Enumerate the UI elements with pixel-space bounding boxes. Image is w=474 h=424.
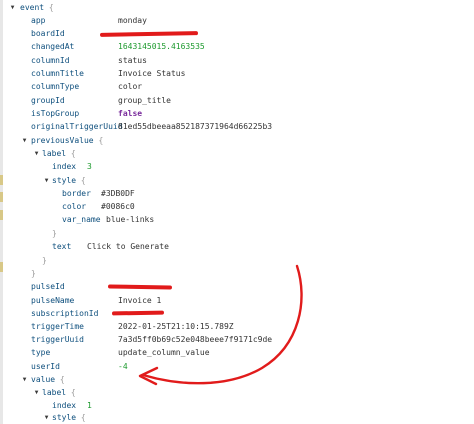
- key-label: index: [52, 162, 77, 171]
- tree-row-triggerUuid: triggerUuid 7a3d5ff0b69c52e048beee7f9171…: [31, 333, 471, 346]
- tree-row-boardId: boardId: [31, 27, 471, 40]
- tree-row-app: app monday: [31, 14, 471, 27]
- tree-row-triggerTime: triggerTime 2022-01-25T21:10:15.789Z: [31, 320, 471, 333]
- key-label: columnType: [31, 82, 80, 91]
- key-label: pulseName: [31, 296, 75, 305]
- key-label: index: [52, 401, 77, 410]
- tree-row-pulseName: pulseName Invoice 1: [31, 294, 471, 307]
- value-text: monday: [118, 16, 147, 25]
- collapse-toggle-icon[interactable]: ▼: [33, 386, 40, 399]
- key-label: var_name: [62, 215, 101, 224]
- open-brace: {: [80, 176, 86, 185]
- value-text: 7a3d5ff0b69c52e048beee7f9171c9de: [118, 335, 273, 344]
- open-brace: {: [80, 413, 86, 422]
- key-label: subscriptionId: [31, 309, 99, 318]
- open-brace: {: [70, 149, 76, 158]
- key-label: color: [62, 202, 87, 211]
- tree-row-pulseId: pulseId: [31, 280, 471, 293]
- value-text: color: [118, 82, 143, 91]
- open-brace: {: [70, 388, 76, 397]
- tree-row-groupId: groupId group_title: [31, 94, 471, 107]
- tree-row-subscriptionId: subscriptionId: [31, 307, 471, 320]
- tree-node-label: label {: [42, 147, 76, 160]
- tree-node-value: value {: [31, 373, 65, 386]
- key-label: groupId: [31, 96, 65, 105]
- close-brace-style: }: [52, 229, 57, 238]
- value-text: 2022-01-25T21:10:15.789Z: [118, 322, 234, 331]
- value-text: Click to Generate: [87, 242, 169, 251]
- key-label: triggerTime: [31, 322, 84, 331]
- key-label: event: [20, 3, 45, 12]
- key-label: userId: [31, 362, 60, 371]
- collapse-toggle-icon[interactable]: ▼: [43, 174, 50, 187]
- tree-row-changedAt: changedAt 1643145015.4163535: [31, 40, 471, 53]
- tree-node-style: style {: [52, 411, 86, 424]
- editor-gutter: [0, 0, 3, 424]
- open-brace: {: [98, 136, 104, 145]
- gutter-marker: [0, 262, 3, 272]
- tree-row-border: border #3DB0DF: [62, 187, 362, 200]
- key-label: columnTitle: [31, 69, 84, 78]
- tree-node-style: style {: [52, 174, 86, 187]
- value-text: 81ed55dbeeaa852187371964d66225b3: [118, 122, 273, 131]
- key-label: columnId: [31, 56, 70, 65]
- open-brace: {: [48, 3, 54, 12]
- value-number: 1: [87, 401, 92, 410]
- tree-row-columnTitle: columnTitle Invoice Status: [31, 67, 471, 80]
- key-label: type: [31, 348, 51, 357]
- key-label: isTopGroup: [31, 109, 80, 118]
- key-label: app: [31, 16, 46, 25]
- close-brace-previousValue: }: [31, 269, 36, 278]
- value-text: Invoice Status: [118, 69, 186, 78]
- key-label: previousValue: [31, 136, 94, 145]
- collapse-toggle-icon[interactable]: ▼: [43, 411, 50, 424]
- tree-row-text: text Click to Generate: [52, 240, 352, 253]
- value-text: Invoice 1: [118, 296, 162, 305]
- value-text: #0086c0: [101, 202, 135, 211]
- value-number: 3: [87, 162, 92, 171]
- tree-row-color: color #0086c0: [62, 200, 362, 213]
- tree-node-previousValue: previousValue {: [31, 134, 103, 147]
- key-label: originalTriggerUuid: [31, 122, 123, 131]
- key-label: label: [42, 149, 67, 158]
- tree-row-columnType: columnType color: [31, 80, 471, 93]
- key-label: pulseId: [31, 282, 65, 291]
- tree-row-var_name: var_name blue-links: [62, 213, 362, 226]
- close-brace-label: }: [42, 256, 47, 265]
- collapse-toggle-icon[interactable]: ▼: [33, 147, 40, 160]
- gutter-marker: [0, 210, 3, 220]
- collapse-toggle-icon[interactable]: ▼: [9, 1, 16, 14]
- value-number: 1643145015.4163535: [118, 42, 205, 51]
- tree-row-userId: userId -4: [31, 360, 471, 373]
- collapse-toggle-icon[interactable]: ▼: [21, 373, 28, 386]
- open-brace: {: [59, 375, 65, 384]
- key-label: border: [62, 189, 91, 198]
- gutter-marker: [0, 192, 3, 202]
- value-text: update_column_value: [118, 348, 210, 357]
- value-text: group_title: [118, 96, 171, 105]
- tree-row-type: type update_column_value: [31, 346, 471, 359]
- key-label: style: [52, 413, 77, 422]
- key-label: boardId: [31, 29, 65, 38]
- tree-row-columnId: columnId status: [31, 54, 471, 67]
- tree-row-isTopGroup: isTopGroup false: [31, 107, 471, 120]
- key-label: triggerUuid: [31, 335, 84, 344]
- value-text: status: [118, 56, 147, 65]
- tree-row-originalTriggerUuid: originalTriggerUuid 81ed55dbeeaa85218737…: [31, 120, 471, 133]
- key-label: style: [52, 176, 77, 185]
- tree-node-label: label {: [42, 386, 76, 399]
- value-number: -4: [118, 362, 128, 371]
- tree-row-index: index 1: [52, 399, 352, 412]
- key-label: value: [31, 375, 56, 384]
- value-text: blue-links: [106, 215, 155, 224]
- tree-node-event: event {: [20, 1, 54, 14]
- tree-row-index: index 3: [52, 160, 352, 173]
- value-boolean: false: [118, 109, 143, 118]
- key-label: text: [52, 242, 72, 251]
- collapse-toggle-icon[interactable]: ▼: [21, 134, 28, 147]
- value-text: #3DB0DF: [101, 189, 135, 198]
- key-label: changedAt: [31, 42, 75, 51]
- key-label: label: [42, 388, 67, 397]
- gutter-marker: [0, 175, 3, 185]
